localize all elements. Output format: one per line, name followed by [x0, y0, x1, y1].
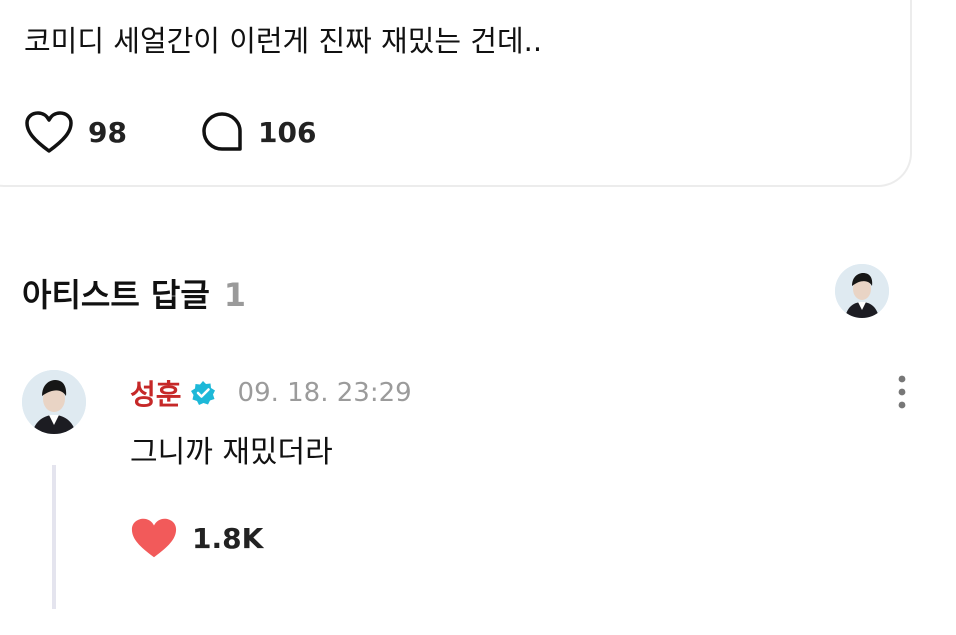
like-button[interactable]: 98: [24, 110, 127, 154]
comment-count: 106: [258, 115, 317, 149]
section-count: 1: [223, 276, 247, 314]
heart-filled-icon: [131, 518, 177, 558]
comment-button[interactable]: 106: [200, 110, 316, 154]
heart-outline-icon: [25, 111, 73, 153]
avatar-image: [835, 264, 889, 318]
reply-timestamp: 09. 18. 23:29: [237, 378, 412, 408]
like-count: 98: [88, 115, 127, 149]
post-text: 코미디 세얼간이 이런게 진짜 재밌는 건데..: [24, 24, 543, 58]
reply-text: 그니까 재밌더라: [130, 435, 333, 470]
artist-replies-header: 아티스트 답글 1: [22, 270, 246, 316]
reply-like-count: 1.8K: [192, 521, 264, 555]
artist-avatar[interactable]: [835, 264, 889, 318]
reply-like-button[interactable]: 1.8K: [130, 516, 263, 560]
reply-author-name[interactable]: 성훈: [130, 373, 182, 413]
more-vertical-icon[interactable]: [894, 374, 910, 410]
thread-line: [52, 465, 56, 609]
reply-author-avatar[interactable]: [22, 370, 86, 434]
section-title: 아티스트 답글: [22, 276, 210, 314]
reply-meta: 성훈 09. 18. 23:29: [130, 373, 412, 413]
avatar-image: [22, 370, 86, 434]
verified-badge-icon: [190, 381, 215, 405]
comment-bubble-icon: [202, 112, 242, 151]
